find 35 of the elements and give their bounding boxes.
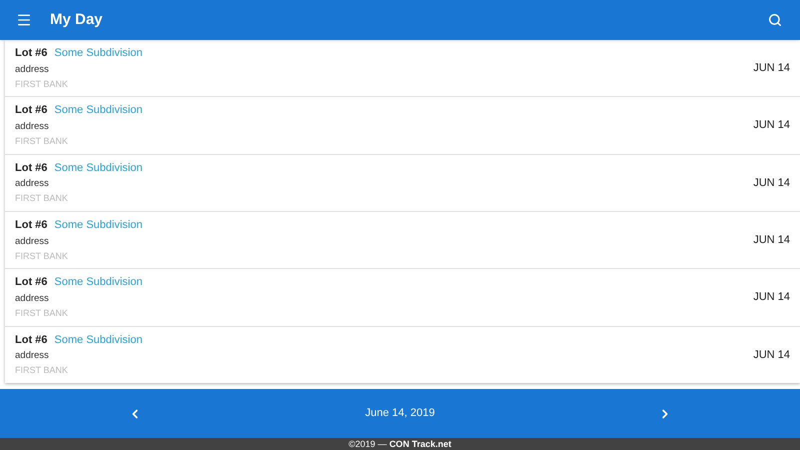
bank-text: FIRST BANK xyxy=(15,135,69,148)
search-icon[interactable] xyxy=(768,13,782,27)
bank-text: FIRST BANK xyxy=(15,364,69,378)
address-text: address xyxy=(15,292,50,306)
address-text: address xyxy=(15,177,50,192)
app-bar-title: My Day xyxy=(50,10,103,30)
current-date: June 14, 2019 xyxy=(365,406,435,422)
list-item[interactable]: Lot #6 Some Subdivision address FIRST BANK JUN 14 xyxy=(5,326,800,383)
list-item[interactable]: Lot #6 Some Subdivision address FIRST BANK JUN 14 xyxy=(5,40,800,98)
list-item[interactable]: Lot #6 Some Subdivision address FIRST BANK JUN 14 xyxy=(5,212,800,270)
address-text: address xyxy=(15,349,50,364)
date-text: JUN 14 xyxy=(753,60,790,76)
bank-text: FIRST BANK xyxy=(15,78,69,91)
date-text: JUN 14 xyxy=(753,176,790,191)
date-text: JUN 14 xyxy=(753,232,790,248)
list-item[interactable]: Lot #6 Some Subdivision address FIRST BANK JUN 14 xyxy=(5,269,800,327)
date-text: JUN 14 xyxy=(753,290,790,306)
menu-icon[interactable] xyxy=(16,12,32,28)
lot-number: Lot #6 xyxy=(15,218,48,234)
date-text: JUN 14 xyxy=(753,118,790,134)
address-text: address xyxy=(15,234,50,249)
lot-number: Lot #6 xyxy=(15,332,48,348)
lot-number: Lot #6 xyxy=(15,103,48,118)
list-item[interactable]: Lot #6 Some Subdivision address FIRST BANK JUN 14 xyxy=(5,154,800,212)
address-text: address xyxy=(15,120,50,134)
bank-text: FIRST BANK xyxy=(15,250,69,263)
bank-text: FIRST BANK xyxy=(15,307,69,320)
address-text: address xyxy=(15,62,50,77)
list-item[interactable]: Lot #6 Some Subdivision address FIRST BANK JUN 14 xyxy=(5,97,800,155)
date-text: JUN 14 xyxy=(753,348,790,363)
bank-text: FIRST BANK xyxy=(15,192,69,206)
lot-number: Lot #6 xyxy=(15,46,48,62)
footer-text: ©2019 — CON Track.net xyxy=(348,438,452,450)
lot-number: Lot #6 xyxy=(15,160,48,176)
lot-number: Lot #6 xyxy=(15,275,48,290)
